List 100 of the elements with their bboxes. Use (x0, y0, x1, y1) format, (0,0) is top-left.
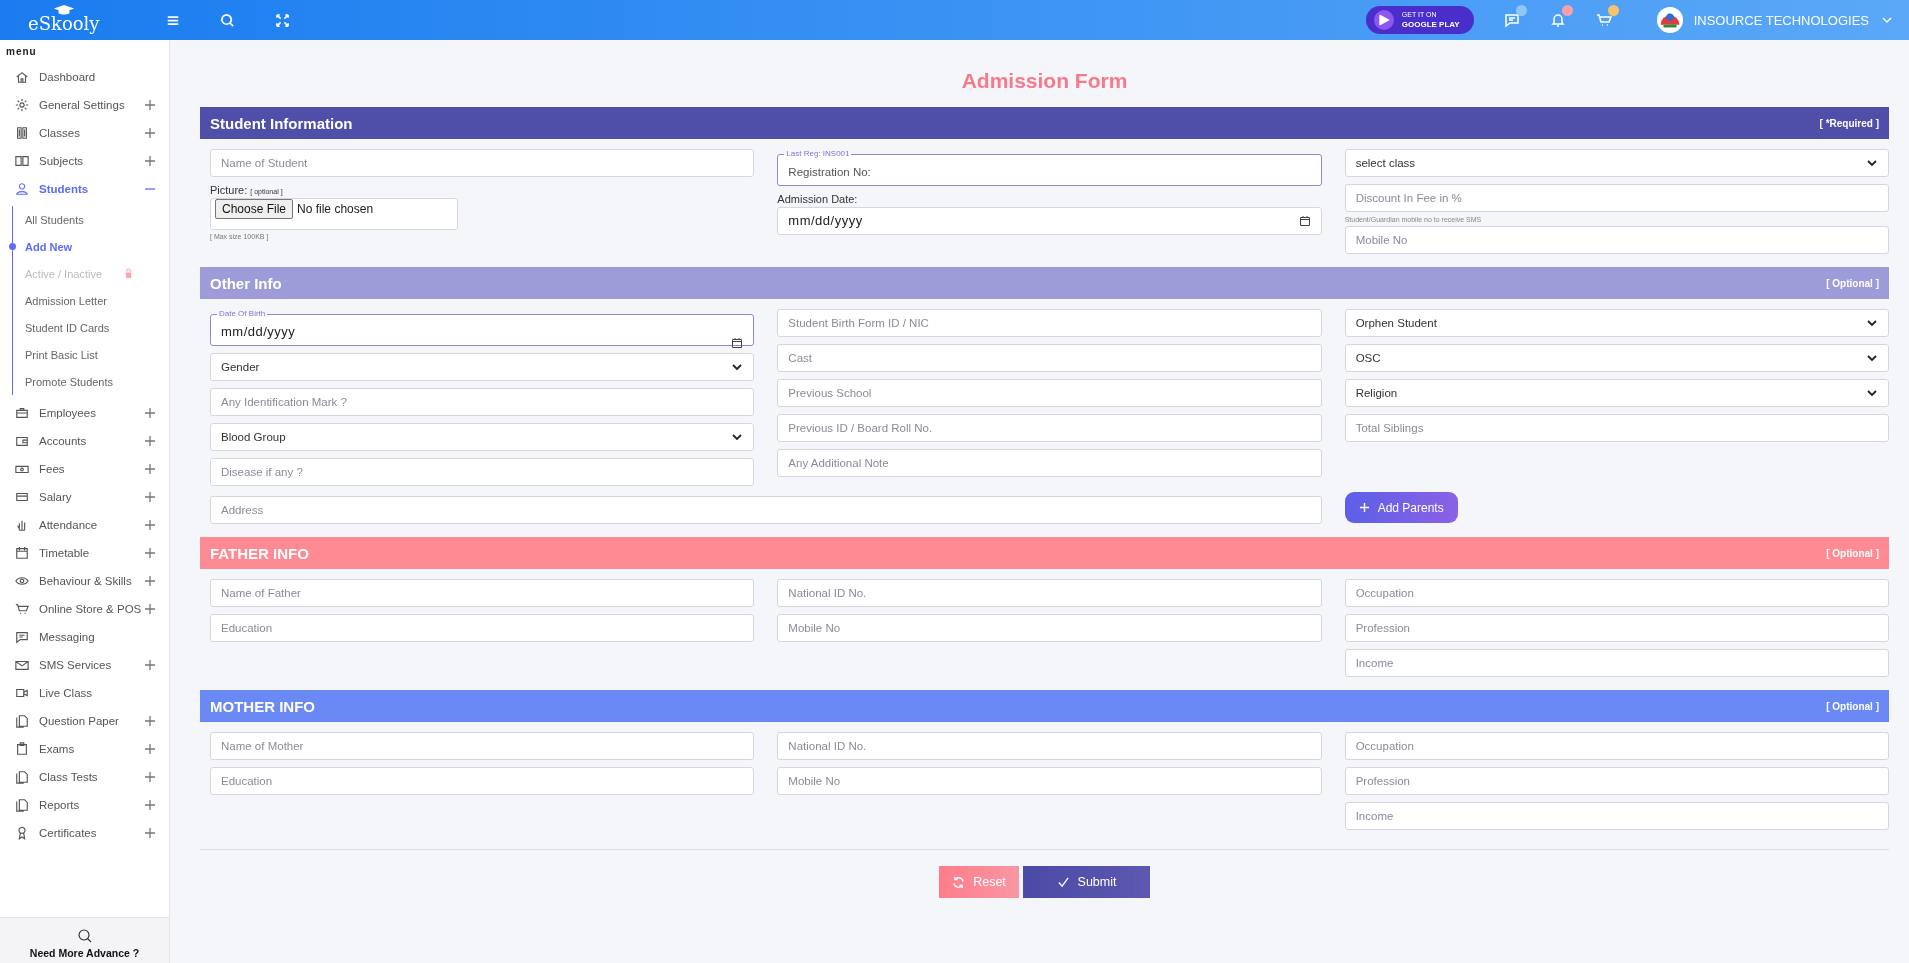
sidebar-item[interactable]: General Settings (0, 91, 169, 119)
sidebar-item[interactable]: Dashboard (0, 63, 169, 91)
plus-icon[interactable] (145, 744, 155, 754)
input-field[interactable]: Registration No: (788, 159, 1311, 185)
select-field[interactable]: Blood Group (210, 423, 755, 451)
input-field[interactable]: Previous ID / Board Roll No. (777, 414, 1322, 442)
plus-icon[interactable] (145, 492, 155, 502)
sidebar-item[interactable]: Subjects (0, 147, 169, 175)
sidebar-item[interactable]: Exams (0, 735, 169, 763)
plus-icon[interactable] (145, 464, 155, 474)
sidebar-item[interactable]: Behaviour & Skills (0, 567, 169, 595)
plus-icon[interactable] (145, 156, 155, 166)
plus-icon[interactable] (145, 436, 155, 446)
refresh-icon (952, 875, 966, 889)
gear-icon (15, 98, 29, 112)
input-field[interactable]: Profession (1344, 614, 1889, 642)
select-field[interactable]: Orphen Student (1344, 309, 1889, 337)
play-icon (1373, 10, 1394, 30)
input-field[interactable]: Any Identification Mark ? (210, 388, 755, 416)
input-field[interactable]: Previous School (777, 379, 1322, 407)
input-field[interactable]: Profession (1344, 767, 1889, 795)
sidebar-item[interactable]: Online Store & POS (0, 595, 169, 623)
chat-icon[interactable] (1503, 12, 1520, 28)
choose-file-button[interactable]: Choose File (215, 199, 294, 219)
plus-icon[interactable] (145, 828, 155, 838)
bell-icon[interactable] (1549, 12, 1566, 28)
sidebar-item[interactable]: SMS Services (0, 651, 169, 679)
input-field[interactable]: Discount In Fee in % (1344, 184, 1889, 212)
plus-icon[interactable] (145, 128, 155, 138)
input-field[interactable]: Name of Mother (210, 732, 755, 760)
plus-icon[interactable] (145, 772, 155, 782)
plus-icon[interactable] (145, 100, 155, 110)
plus-icon[interactable] (145, 800, 155, 810)
input-field[interactable]: Any Additional Note (777, 449, 1322, 477)
plus-icon[interactable] (145, 576, 155, 586)
date-field[interactable]: mm/dd/yyyy (777, 207, 1322, 235)
submit-button[interactable]: Submit (1023, 866, 1150, 898)
plus-icon[interactable] (145, 548, 155, 558)
file-field[interactable]: Choose File No file chosen (210, 198, 458, 230)
sidebar-item[interactable]: Accounts (0, 427, 169, 455)
input-field[interactable]: Education (210, 614, 755, 642)
sidebar-item[interactable]: Class Tests (0, 763, 169, 791)
sidebar-item[interactable]: Question Paper (0, 707, 169, 735)
input-field[interactable]: Cast (777, 344, 1322, 372)
sidebar-item[interactable]: Salary (0, 483, 169, 511)
search-icon (76, 928, 93, 944)
plus-icon[interactable] (145, 716, 155, 726)
input-field[interactable]: Occupation (1344, 732, 1889, 760)
sidebar-item[interactable]: Certificates (0, 819, 169, 847)
logo[interactable]: eSkooly (22, 4, 106, 36)
submenu-item[interactable]: Student ID Cards (13, 314, 169, 341)
cart-icon[interactable] (1595, 12, 1612, 28)
sidebar-item[interactable]: Students (0, 175, 169, 203)
input-field[interactable]: National ID No. (777, 732, 1322, 760)
plus-icon[interactable] (145, 408, 155, 418)
input-field[interactable]: Total Siblings (1344, 414, 1889, 442)
sidebar-item[interactable]: Employees (0, 399, 169, 427)
input-field[interactable]: Income (1344, 802, 1889, 830)
sidebar-item[interactable]: Live Class (0, 679, 169, 707)
sidebar-item[interactable]: Attendance (0, 511, 169, 539)
expand-icon[interactable] (274, 12, 290, 28)
emblem-icon[interactable] (1655, 6, 1684, 34)
chevron-down-icon[interactable] (1881, 14, 1893, 26)
sidebar-item[interactable]: Messaging (0, 623, 169, 651)
input-field[interactable]: Disease if any ? (210, 458, 755, 486)
sidebar-item[interactable]: Reports (0, 791, 169, 819)
select-field[interactable]: Gender (210, 353, 755, 381)
input-field[interactable]: Mobile No (777, 614, 1322, 642)
sidebar-item[interactable]: Timetable (0, 539, 169, 567)
input-field[interactable]: Education (210, 767, 755, 795)
plus-icon[interactable] (145, 604, 155, 614)
search-icon[interactable] (219, 12, 235, 28)
field-legend: Last Reg: INS001 (784, 149, 852, 159)
input-field[interactable]: Student Birth Form ID / NIC (777, 309, 1322, 337)
select-field[interactable]: select class (1344, 149, 1889, 177)
input-field[interactable]: Mobile No (777, 767, 1322, 795)
plus-icon[interactable] (145, 520, 155, 530)
submenu-item[interactable]: Admission Letter (13, 287, 169, 314)
open-book-icon (15, 154, 29, 168)
input-field[interactable]: Income (1344, 649, 1889, 677)
submenu-item[interactable]: Print Basic List (13, 341, 169, 368)
input-field[interactable]: National ID No. (777, 579, 1322, 607)
input-field[interactable]: Last Reg: INS001 Registration No: (777, 149, 1322, 186)
submenu-item[interactable]: All Students (13, 206, 169, 233)
select-field[interactable]: Religion (1344, 379, 1889, 407)
add-parents-button[interactable]: Add Parents (1344, 492, 1458, 523)
select-field[interactable]: OSC (1344, 344, 1889, 372)
sidebar-item[interactable]: Classes (0, 119, 169, 147)
plus-icon[interactable] (145, 660, 155, 670)
input-field[interactable]: Name of Student (210, 149, 755, 177)
input-field[interactable]: Mobile No (1344, 226, 1889, 254)
input-field[interactable]: Address (210, 496, 1322, 524)
chevron-down-icon (731, 431, 744, 443)
sidebar-item[interactable]: Fees (0, 455, 169, 483)
date-field[interactable]: Date Of Birth mm/dd/yyyy (210, 309, 755, 346)
input-field[interactable]: Name of Father (210, 579, 755, 607)
input-field[interactable]: Occupation (1344, 579, 1889, 607)
video-camera-icon (15, 686, 29, 700)
submenu-item[interactable]: Promote Students (13, 368, 169, 395)
help-text[interactable]: Need More Advance ? (29, 947, 140, 959)
